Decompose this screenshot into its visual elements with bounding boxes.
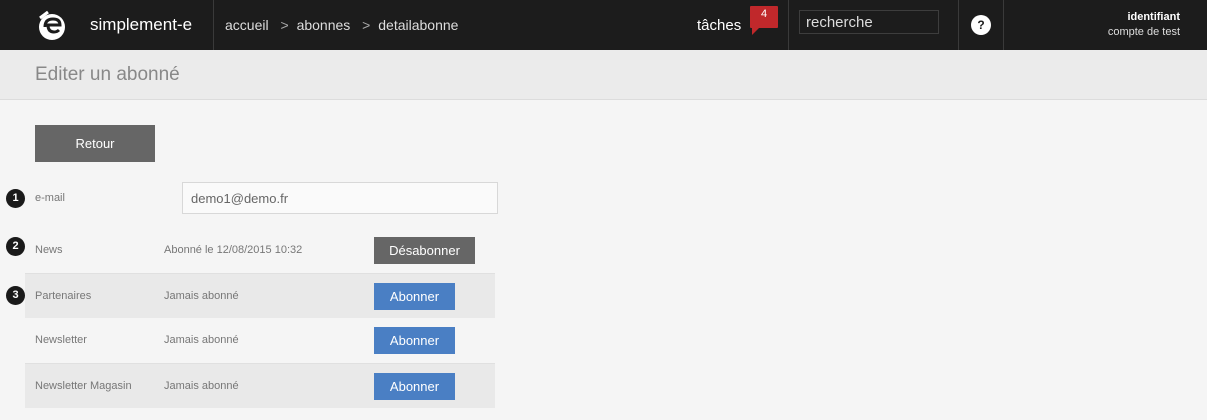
breadcrumb-separator: > (280, 17, 289, 33)
subscribe-button[interactable]: Abonner (374, 373, 455, 400)
divider (1003, 0, 1004, 50)
search-input[interactable] (799, 10, 939, 34)
subscription-row-newsletter-magasin: Newsletter Magasin Jamais abonné Abonner (25, 363, 495, 408)
divider (958, 0, 959, 50)
email-field[interactable] (182, 182, 498, 214)
page-header: Editer un abonné (0, 50, 1207, 100)
subscription-status: Jamais abonné (164, 334, 239, 346)
step-marker-3: 3 (6, 286, 25, 305)
breadcrumb-item-accueil[interactable]: accueil (225, 17, 269, 33)
divider (788, 0, 789, 50)
subscription-name: Newsletter (35, 334, 87, 346)
top-navigation-bar: simplement-e accueil > abonnes > detaila… (0, 0, 1207, 50)
subscription-name: News (35, 244, 63, 256)
step-marker-1: 1 (6, 189, 25, 208)
breadcrumb-separator: > (362, 17, 371, 33)
breadcrumb: accueil > abonnes > detailabonne (225, 17, 458, 33)
subscribe-button[interactable]: Abonner (374, 283, 455, 310)
tasks-link[interactable]: tâches (697, 17, 741, 34)
logo-icon[interactable] (36, 10, 68, 42)
subscription-row-newsletter: Newsletter Jamais abonné Abonner (25, 318, 495, 363)
help-icon[interactable]: ? (971, 15, 991, 35)
subscription-row-partenaires: Partenaires Jamais abonné Abonner (25, 273, 495, 318)
subscribe-button[interactable]: Abonner (374, 327, 455, 354)
brand-name[interactable]: simplement-e (90, 15, 192, 35)
subscription-name: Newsletter Magasin (35, 380, 132, 392)
user-account: compte de test (1107, 26, 1180, 38)
breadcrumb-item-abonnes[interactable]: abonnes (297, 17, 351, 33)
subscription-status: Jamais abonné (164, 380, 239, 392)
user-menu[interactable]: identifiant compte de test (1108, 11, 1180, 38)
back-button[interactable]: Retour (35, 125, 155, 162)
unsubscribe-button[interactable]: Désabonner (374, 237, 475, 264)
step-marker-2: 2 (6, 237, 25, 256)
user-name: identifiant (1127, 11, 1180, 23)
subscription-name: Partenaires (35, 290, 92, 302)
divider (213, 0, 214, 50)
subscription-status: Jamais abonné (164, 290, 239, 302)
subscription-status: Abonné le 12/08/2015 10:32 (164, 244, 303, 256)
subscription-row-news: News Abonné le 12/08/2015 10:32 Désabonn… (25, 228, 495, 273)
tasks-badge[interactable]: 4 (750, 6, 778, 35)
breadcrumb-item-detailabonne[interactable]: detailabonne (378, 17, 458, 33)
page-title: Editer un abonné (35, 64, 180, 85)
email-label: e-mail (35, 192, 65, 204)
